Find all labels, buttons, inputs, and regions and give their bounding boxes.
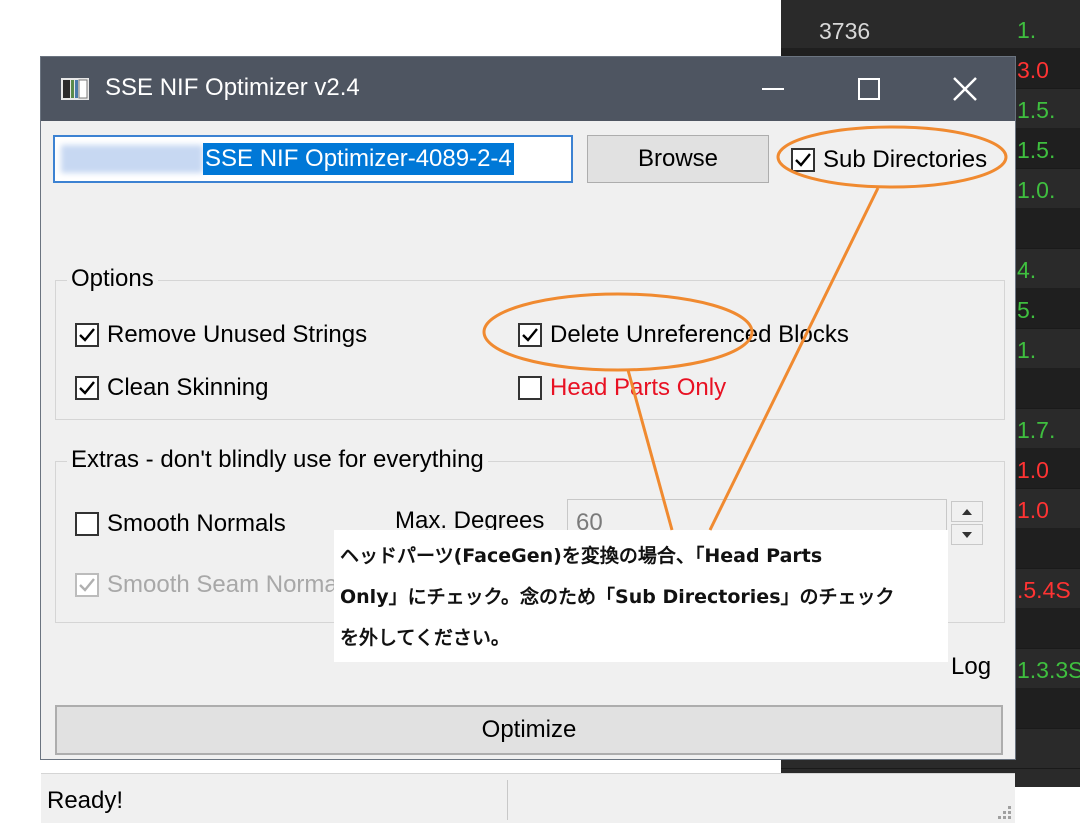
- optimize-button[interactable]: Optimize: [55, 705, 1003, 755]
- annotation-note: ヘッドパーツ(FaceGen)を変換の場合、「Head Parts Only」に…: [334, 530, 948, 662]
- background-cell-right: 3.0: [1017, 57, 1049, 83]
- delete-unreferenced-blocks-check-box[interactable]: [518, 323, 542, 347]
- smooth-normals-checkbox[interactable]: Smooth Normals: [75, 510, 286, 538]
- resize-grip-icon[interactable]: [993, 801, 1013, 821]
- head-parts-only-label: Head Parts Only: [550, 374, 727, 401]
- background-cell-right: 1.5.: [1017, 137, 1056, 163]
- window-content: SSE NIF Optimizer-4089-2-4 Browse Sub Di…: [41, 121, 1015, 823]
- sub-directories-check-box[interactable]: [791, 148, 815, 172]
- background-cell-right: 1.3.3S: [1017, 657, 1080, 683]
- checkmark-icon: [79, 578, 95, 592]
- annotation-line-1: ヘッドパーツ(FaceGen)を変換の場合、「Head Parts: [340, 545, 823, 567]
- remove-unused-strings-label: Remove Unused Strings: [107, 321, 368, 348]
- smooth-seam-normals-label: Smooth Seam Normals: [107, 571, 356, 598]
- close-button[interactable]: [917, 57, 1013, 121]
- background-cell-right: 5.: [1017, 297, 1037, 323]
- delete-unreferenced-blocks-label: Delete Unreferenced Blocks: [550, 321, 849, 348]
- smooth-normals-check-box[interactable]: [75, 512, 99, 536]
- status-bar: Ready!: [41, 773, 1015, 823]
- smooth-normals-label: Smooth Normals: [107, 510, 286, 537]
- checkmark-icon: [79, 381, 95, 395]
- background-cell-right: 1.: [1017, 17, 1037, 43]
- delete-unreferenced-blocks-checkbox[interactable]: Delete Unreferenced Blocks: [518, 321, 849, 349]
- checkmark-icon: [795, 153, 811, 167]
- background-cell-right: 1.0.: [1017, 177, 1056, 203]
- annotation-text: ヘッドパーツ(FaceGen)を変換の場合、「Head Parts Only」に…: [340, 536, 946, 659]
- annotation-line-2: Only」にチェック。念のため「Sub Directories」のチェック: [340, 586, 895, 608]
- path-input[interactable]: SSE NIF Optimizer-4089-2-4: [53, 135, 573, 183]
- smooth-seam-normals-checkbox[interactable]: Smooth Seam Normals: [75, 571, 355, 599]
- remove-unused-strings-checkbox[interactable]: Remove Unused Strings: [75, 321, 367, 349]
- remove-unused-strings-check-box[interactable]: [75, 323, 99, 347]
- chevron-down-icon: [962, 531, 972, 538]
- maximize-icon: [858, 78, 880, 100]
- clean-skinning-label: Clean Skinning: [107, 374, 269, 401]
- checkmark-icon: [522, 328, 538, 342]
- title-bar[interactable]: SSE NIF Optimizer v2.4: [41, 57, 1015, 121]
- options-group-title: Options: [67, 265, 158, 293]
- head-parts-only-check-box[interactable]: [518, 376, 542, 400]
- sub-directories-checkbox[interactable]: Sub Directories: [791, 146, 987, 174]
- window-title: SSE NIF Optimizer v2.4: [105, 74, 360, 101]
- background-cell-right: 1.0: [1017, 497, 1049, 523]
- background-cell-right: 1.7.: [1017, 417, 1056, 443]
- background-cell-right: 1.5.: [1017, 97, 1056, 123]
- spin-down-button[interactable]: [951, 524, 983, 545]
- sub-directories-label: Sub Directories: [823, 146, 988, 173]
- annotation-line-3: を外してください。: [340, 627, 510, 649]
- background-cell-right: 1.0: [1017, 457, 1049, 483]
- background-cell-right: .5.4S: [1017, 577, 1071, 603]
- close-icon: [953, 77, 977, 101]
- maximize-button[interactable]: [821, 57, 917, 121]
- clean-skinning-checkbox[interactable]: Clean Skinning: [75, 374, 268, 402]
- log-checkbox-label[interactable]: Log: [951, 653, 991, 681]
- browse-button[interactable]: Browse: [587, 135, 769, 183]
- max-degrees-spinner[interactable]: [951, 501, 983, 545]
- status-text: Ready!: [47, 787, 124, 814]
- smooth-seam-normals-check-box[interactable]: [75, 573, 99, 597]
- minimize-button[interactable]: [725, 57, 821, 121]
- chevron-up-icon: [962, 508, 972, 515]
- spin-up-button[interactable]: [951, 501, 983, 522]
- head-parts-only-checkbox[interactable]: Head Parts Only: [518, 374, 726, 402]
- status-divider: [507, 780, 508, 820]
- checkmark-icon: [79, 328, 95, 342]
- background-table-row: 3736 1.: [781, 8, 1080, 49]
- clean-skinning-check-box[interactable]: [75, 376, 99, 400]
- background-cell-left: 3736: [819, 18, 871, 44]
- background-cell-right: 4.: [1017, 257, 1037, 283]
- minimize-icon: [762, 88, 784, 90]
- blurred-path-prefix: [61, 145, 203, 173]
- path-input-value: SSE NIF Optimizer-4089-2-4: [203, 143, 514, 175]
- background-cell-right: 1.: [1017, 337, 1037, 363]
- extras-group-title: Extras - don't blindly use for everythin…: [67, 446, 488, 474]
- app-icon: [61, 78, 89, 100]
